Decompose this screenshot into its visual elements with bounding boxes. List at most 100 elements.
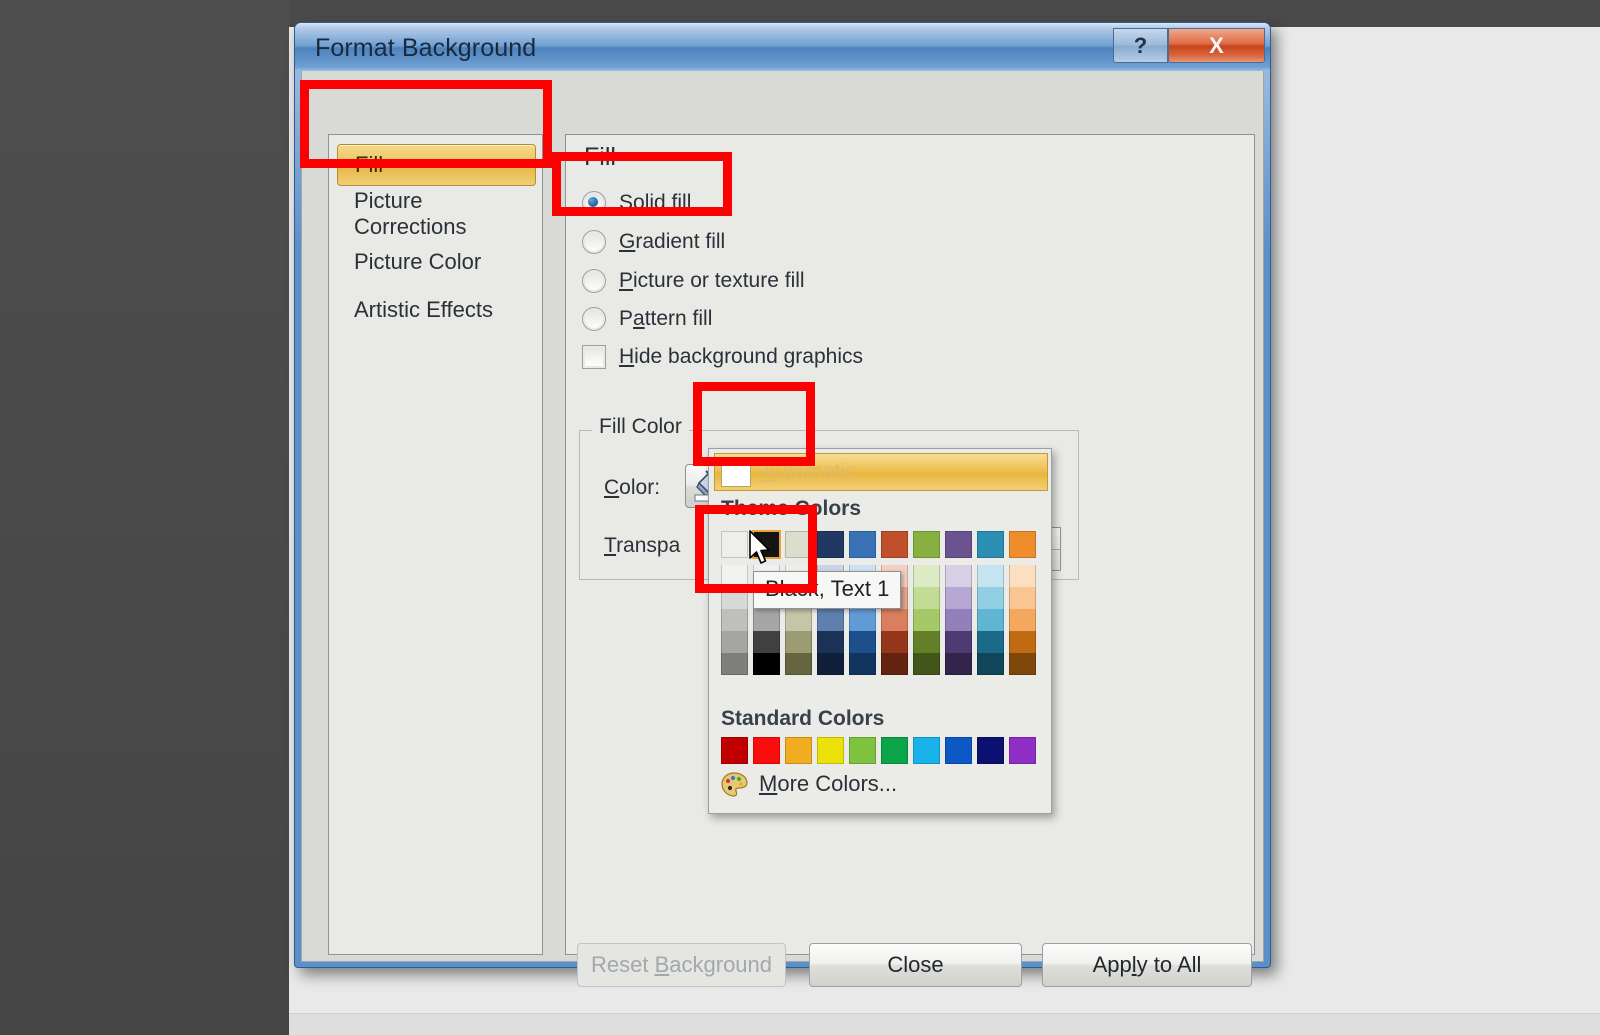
theme-color-swatch[interactable]	[977, 531, 1004, 558]
reset-background-label: Reset Background	[590, 952, 773, 977]
sidebar-item-artistic-effects[interactable]: Artistic Effects	[337, 289, 536, 331]
close-icon[interactable]: X	[1168, 28, 1265, 63]
apply-to-all-button[interactable]: Apply to All	[1042, 943, 1252, 987]
theme-color-swatch[interactable]	[945, 531, 972, 558]
standard-color-swatch[interactable]	[753, 737, 780, 764]
standard-color-swatch[interactable]	[785, 737, 812, 764]
checkbox-indicator-hide-background-graphics[interactable]	[582, 345, 606, 369]
reset-background-button[interactable]: Reset Background	[577, 943, 786, 987]
radio-indicator-picture-or-texture-fill[interactable]	[582, 269, 606, 293]
help-button[interactable]: ?	[1113, 28, 1168, 63]
theme-color-variant-swatch[interactable]	[785, 609, 812, 631]
theme-color-variant-swatch[interactable]	[977, 653, 1004, 675]
theme-color-variant-swatch[interactable]	[945, 653, 972, 675]
theme-color-variant-swatch[interactable]	[913, 653, 940, 675]
sidebar-item-fill[interactable]: Fill	[337, 144, 536, 186]
radio-indicator-gradient-fill[interactable]	[582, 230, 606, 254]
radio-solid-fill[interactable]: Solid fill	[582, 191, 691, 215]
close-button[interactable]: Close	[809, 943, 1022, 987]
standard-color-swatch[interactable]	[817, 737, 844, 764]
radio-indicator-pattern-fill[interactable]	[582, 307, 606, 331]
theme-color-variant-swatch[interactable]	[977, 565, 1004, 587]
standard-color-swatch[interactable]	[913, 737, 940, 764]
theme-color-variant-swatch[interactable]	[721, 565, 748, 587]
theme-color-variant-swatch[interactable]	[913, 631, 940, 653]
radio-gradient-fill[interactable]: Gradient fill	[582, 230, 725, 254]
theme-color-variant-swatch[interactable]	[977, 609, 1004, 631]
theme-color-variant-swatch[interactable]	[849, 653, 876, 675]
standard-color-swatch[interactable]	[849, 737, 876, 764]
mouse-cursor-icon	[748, 530, 774, 573]
theme-color-variant-swatch[interactable]	[849, 631, 876, 653]
theme-color-variant-swatch[interactable]	[1009, 587, 1036, 609]
sidebar-item-picture-color[interactable]: Picture Color	[337, 241, 536, 283]
apply-to-all-label: Apply to All	[1092, 952, 1202, 977]
more-colors-label: More Colors...	[759, 771, 898, 796]
theme-color-swatch[interactable]	[785, 531, 812, 558]
theme-color-swatch[interactable]	[1009, 531, 1036, 558]
theme-color-variant-swatch[interactable]	[881, 609, 908, 631]
standard-color-swatch[interactable]	[977, 737, 1004, 764]
theme-color-variant-swatch[interactable]	[785, 653, 812, 675]
theme-color-swatch[interactable]	[881, 531, 908, 558]
radio-indicator-solid-fill[interactable]	[582, 191, 606, 215]
radio-label-picture-or-texture-fill: Picture or texture fill	[619, 269, 805, 292]
theme-color-variant-swatch[interactable]	[945, 565, 972, 587]
radio-picture-or-texture-fill[interactable]: Picture or texture fill	[582, 269, 805, 293]
theme-color-variant-swatch[interactable]	[721, 587, 748, 609]
swatch-gap	[977, 558, 1004, 565]
standard-color-swatch[interactable]	[1009, 737, 1036, 764]
theme-color-variant-swatch[interactable]	[721, 609, 748, 631]
theme-color-variant-swatch[interactable]	[977, 631, 1004, 653]
desktop-bottom-strip	[289, 1013, 1600, 1035]
theme-color-variant-swatch[interactable]	[721, 653, 748, 675]
theme-color-variant-swatch[interactable]	[1009, 653, 1036, 675]
sidebar-item-label: Picture Color	[354, 249, 482, 274]
theme-color-variant-swatch[interactable]	[817, 653, 844, 675]
navigation-panel: Fill Picture Corrections Picture Color A…	[328, 134, 543, 955]
theme-color-variant-swatch[interactable]	[881, 631, 908, 653]
standard-color-swatch[interactable]	[945, 737, 972, 764]
theme-color-variant-swatch[interactable]	[817, 609, 844, 631]
theme-color-variant-swatch[interactable]	[785, 631, 812, 653]
checkbox-hide-background-graphics[interactable]: Hide background graphics	[582, 345, 863, 369]
theme-color-swatch[interactable]	[849, 531, 876, 558]
more-colors-button[interactable]: More Colors...	[721, 771, 897, 797]
theme-color-variant-swatch[interactable]	[913, 587, 940, 609]
theme-color-variant-swatch[interactable]	[753, 631, 780, 653]
standard-colors-header: Standard Colors	[721, 707, 885, 730]
theme-color-variant-swatch[interactable]	[1009, 631, 1036, 653]
automatic-color-option[interactable]: Automatic	[714, 453, 1048, 491]
theme-color-variant-swatch[interactable]	[1009, 609, 1036, 631]
theme-color-variant-swatch[interactable]	[721, 631, 748, 653]
radio-pattern-fill[interactable]: Pattern fill	[582, 307, 712, 331]
theme-color-variant-swatch[interactable]	[1009, 565, 1036, 587]
theme-color-variant-swatch[interactable]	[817, 631, 844, 653]
radio-label-pattern-fill: Pattern fill	[619, 307, 713, 330]
standard-color-swatch[interactable]	[881, 737, 908, 764]
standard-color-swatch[interactable]	[721, 737, 748, 764]
theme-color-variant-swatch[interactable]	[945, 609, 972, 631]
theme-color-swatch[interactable]	[913, 531, 940, 558]
theme-color-swatch[interactable]	[721, 531, 748, 558]
dialog-titlebar[interactable]: Format Background ? X	[295, 23, 1270, 71]
theme-color-variant-swatch[interactable]	[753, 653, 780, 675]
theme-color-variant-swatch[interactable]	[881, 653, 908, 675]
swatch-gap	[913, 558, 940, 565]
theme-color-variant-swatch[interactable]	[913, 565, 940, 587]
theme-color-column	[1009, 531, 1036, 675]
swatch-gap	[881, 558, 908, 565]
theme-color-variant-swatch[interactable]	[913, 609, 940, 631]
theme-color-variant-swatch[interactable]	[753, 609, 780, 631]
theme-colors-header: Theme Colors	[721, 497, 862, 520]
desktop-background-left	[0, 0, 289, 1035]
theme-color-variant-swatch[interactable]	[849, 609, 876, 631]
theme-color-variant-swatch[interactable]	[977, 587, 1004, 609]
dialog-title: Format Background	[315, 34, 537, 62]
theme-color-variant-swatch[interactable]	[945, 631, 972, 653]
swatch-gap	[849, 558, 876, 565]
sidebar-item-picture-corrections[interactable]: Picture Corrections	[337, 188, 536, 239]
theme-color-swatch[interactable]	[817, 531, 844, 558]
automatic-color-swatch	[721, 457, 751, 487]
theme-color-variant-swatch[interactable]	[945, 587, 972, 609]
